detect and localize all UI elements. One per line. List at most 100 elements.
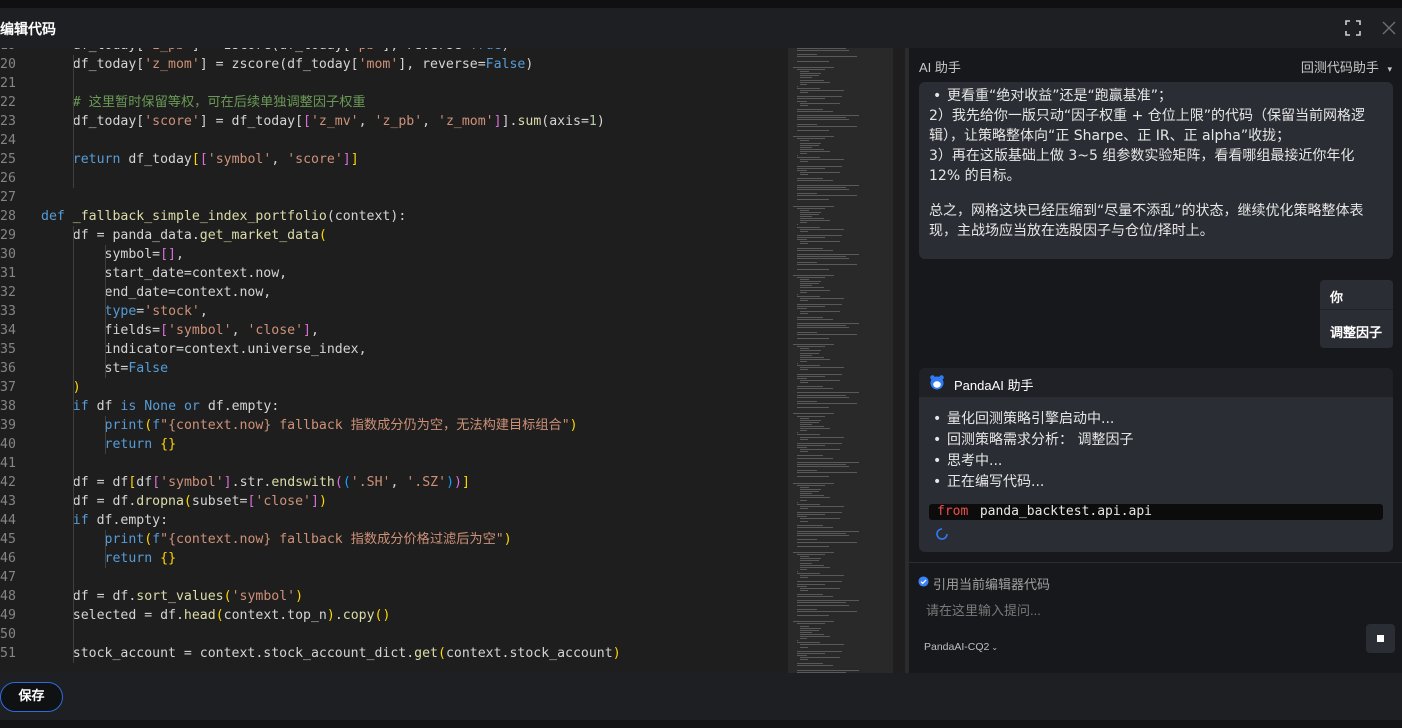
code-text[interactable]: print(f"{context.now} fallback 指数成分价格过滤后… — [41, 530, 512, 549]
code-line[interactable]: 50 — [0, 625, 785, 644]
code-line[interactable]: 28 def _fallback_simple_index_portfolio(c… — [0, 207, 785, 226]
code-text[interactable]: return {} — [41, 435, 176, 454]
code-line[interactable]: 21 — [0, 74, 785, 93]
minimap-line — [796, 669, 859, 671]
code-line[interactable]: 51 stock_account = context.stock_account… — [0, 644, 785, 663]
code-text[interactable]: selected = df.head(context.top_n).copy() — [41, 606, 391, 625]
code-line[interactable]: 42 df = df[df['symbol'].str.endswith(('.… — [0, 473, 785, 492]
code-line[interactable]: 23 df_today['score'] = df_today[['z_mv',… — [0, 112, 785, 131]
code-line[interactable]: 22 # 这里暂时保留等权，可在后续单独调整因子权重 — [0, 93, 785, 112]
assistant-mode-select[interactable]: 回测代码助手 ▾ — [1301, 57, 1392, 76]
code-line[interactable]: 26 — [0, 169, 785, 188]
minimap-line — [800, 625, 810, 627]
minimap-line — [800, 159, 845, 161]
minimap-line — [800, 360, 808, 362]
code-text[interactable]: df = df[df['symbol'].str.endswith(('.SH'… — [41, 473, 470, 492]
minimap-line — [800, 356, 825, 358]
minimap-line — [796, 100, 808, 102]
minimap-line — [796, 600, 859, 602]
code-line[interactable]: 33 type='stock', — [0, 302, 785, 321]
code-line[interactable]: 48 df = df.sort_values('symbol') — [0, 587, 785, 606]
line-number: 34 — [0, 323, 16, 338]
fullscreen-icon[interactable] — [1345, 20, 1361, 36]
code-line[interactable]: 27 — [0, 188, 785, 207]
code-text[interactable]: type='stock', — [41, 302, 208, 321]
code-text[interactable]: print(f"{context.now} fallback 指数成分仍为空，无… — [41, 416, 578, 435]
code-line[interactable]: 40 return {} — [0, 435, 785, 454]
message-item-3: 3）再在这版基础上做 3~5 组参数实验矩阵，看看哪组最接近你年化 12% 的目… — [929, 148, 1355, 184]
code-text[interactable]: df = panda_data.get_market_data( — [41, 226, 327, 245]
code-text[interactable]: def _fallback_simple_index_portfolio(con… — [41, 207, 406, 226]
question-input[interactable]: 请在这里输入提问... — [926, 600, 1041, 619]
code-text[interactable]: if df.empty: — [41, 511, 168, 530]
model-select[interactable]: PandaAI-CQ2 ⌄ — [924, 641, 998, 653]
code-text[interactable]: df_today['z_pb'] = zscore(df_today['pb']… — [41, 48, 510, 55]
code-text[interactable]: end_date=context.now, — [41, 283, 272, 302]
code-text[interactable]: ) — [41, 378, 81, 397]
code-line[interactable]: 34 fields=['symbol', 'close'], — [0, 321, 785, 340]
minimap-line — [796, 545, 829, 547]
code-text[interactable]: df_today['z_mom'] = zscore(df_today['mom… — [41, 55, 534, 74]
code-text[interactable]: df = df.dropna(subset=['close']) — [41, 492, 327, 511]
minimap-line — [796, 108, 823, 110]
code-line[interactable]: 46 return {} — [0, 549, 785, 568]
minimap-line — [800, 381, 809, 383]
loading-spinner-icon — [936, 528, 948, 540]
close-icon[interactable] — [1381, 20, 1397, 36]
code-text[interactable]: indicator=context.universe_index, — [41, 340, 367, 359]
code-line[interactable]: 30 symbol=[], — [0, 245, 785, 264]
code-line[interactable]: 39 print(f"{context.now} fallback 指数成分仍为… — [0, 416, 785, 435]
code-line[interactable]: 36 st=False — [0, 359, 785, 378]
code-text[interactable]: return df_today[['symbol', 'score']] — [41, 150, 359, 169]
bot-message-card: PandaAI 助手 量化回测策略引擎启动中...回测策略需求分析： 调整因子思… — [919, 368, 1393, 552]
minimap-line — [793, 274, 835, 276]
code-line[interactable]: 24 — [0, 131, 785, 150]
minimap-line — [796, 264, 857, 266]
code-line[interactable]: 37 ) — [0, 378, 785, 397]
minimap-line — [800, 81, 830, 83]
code-module: panda_backtest.api.api — [972, 504, 1153, 519]
code-text[interactable]: # 这里暂时保留等权，可在后续单独调整因子权重 — [41, 93, 366, 112]
code-line[interactable]: 43 df = df.dropna(subset=['close']) — [0, 492, 785, 511]
minimap-line — [796, 539, 818, 541]
code-line[interactable]: 20 df_today['z_mom'] = zscore(df_today['… — [0, 55, 785, 74]
minimap-line — [796, 463, 847, 465]
minimap-line — [800, 629, 820, 631]
line-number: 38 — [0, 399, 16, 414]
code-line[interactable]: 35 indicator=context.universe_index, — [0, 340, 785, 359]
code-text[interactable]: symbol=[], — [41, 245, 184, 264]
code-line[interactable]: 44 if df.empty: — [0, 511, 785, 530]
code-text[interactable]: df_today['score'] = df_today[['z_mv', 'z… — [41, 112, 605, 131]
minimap-line — [800, 575, 845, 577]
code-line[interactable]: 19 df_today['z_pb'] = zscore(df_today['p… — [0, 48, 785, 55]
code-line[interactable]: 41 — [0, 454, 785, 473]
code-text[interactable]: if df is None or df.empty: — [41, 397, 280, 416]
code-line[interactable]: 49 selected = df.head(context.top_n).cop… — [0, 606, 785, 625]
minimap-line — [796, 570, 798, 572]
minimap-line — [800, 211, 821, 213]
code-text[interactable]: return {} — [41, 549, 176, 568]
minimap-line — [800, 499, 808, 501]
code-editor[interactable]: 19 df_today['z_pb'] = zscore(df_today['p… — [0, 48, 785, 673]
code-text[interactable]: fields=['symbol', 'close'], — [41, 321, 319, 340]
code-line[interactable]: 32 end_date=context.now, — [0, 283, 785, 302]
code-minimap[interactable] — [785, 48, 905, 673]
minimap-line — [796, 224, 798, 226]
code-line[interactable]: 29 df = panda_data.get_market_data( — [0, 226, 785, 245]
checkbox-checked-icon[interactable] — [918, 576, 929, 587]
minimap-line — [796, 188, 849, 190]
code-line[interactable]: 38 if df is None or df.empty: — [0, 397, 785, 416]
code-text[interactable]: df = df.sort_values('symbol') — [41, 587, 303, 606]
minimap-line — [800, 566, 830, 568]
save-button[interactable]: 保存 — [0, 682, 63, 712]
code-line[interactable]: 31 start_date=context.now, — [0, 264, 785, 283]
code-line[interactable]: 47 — [0, 568, 785, 587]
code-text[interactable]: start_date=context.now, — [41, 264, 288, 283]
minimap-line — [800, 646, 809, 648]
code-line[interactable]: 45 print(f"{context.now} fallback 指数成分价格… — [0, 530, 785, 549]
code-text[interactable]: stock_account = context.stock_account_di… — [41, 644, 621, 663]
cite-editor-code-label[interactable]: 引用当前编辑器代码 — [933, 574, 1050, 593]
minimap-line — [800, 636, 830, 637]
stop-button[interactable] — [1366, 624, 1395, 653]
code-line[interactable]: 25 return df_today[['symbol', 'score']] — [0, 150, 785, 169]
